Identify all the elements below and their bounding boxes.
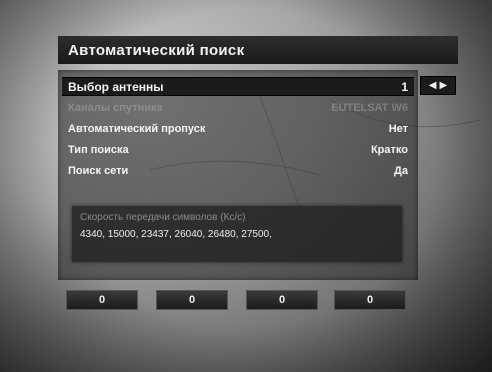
menu-row-value: Кратко: [370, 143, 408, 156]
menu-row-label: Тип поиска: [68, 143, 129, 156]
bottom-button-4[interactable]: 0: [334, 290, 406, 310]
arrow-left-icon: ◀: [428, 80, 437, 91]
symbol-rate-label: Скорость передачи символов (Кс/с): [80, 212, 246, 223]
menu-row-value: 1: [401, 79, 408, 94]
menu-row-label: Каналы спутника: [68, 101, 163, 114]
bottom-button-1[interactable]: 0: [66, 290, 138, 310]
page-title: Автоматический поиск: [58, 36, 458, 64]
menu-row-label: Выбор антенны: [68, 79, 164, 94]
symbol-rate-box: Скорость передачи символов (Кс/с) 4340, …: [72, 206, 402, 262]
bottom-button-2[interactable]: 0: [156, 290, 228, 310]
menu-row-auto-skip[interactable]: Автоматический пропуск Нет: [62, 119, 414, 138]
bottom-button-3[interactable]: 0: [246, 290, 318, 310]
menu-row-value: Нет: [388, 122, 408, 135]
left-right-arrows-icon[interactable]: ◀ ▶: [420, 76, 456, 95]
menu-row-search-type[interactable]: Тип поиска Кратко: [62, 140, 414, 159]
arrow-right-icon: ▶: [439, 80, 448, 91]
menu-row-label: Автоматический пропуск: [68, 122, 206, 135]
symbol-rate-values: 4340, 15000, 23437, 26040, 26480, 27500,: [80, 229, 272, 240]
menu-row-satellite-channels: Каналы спутника EUTELSAT W6: [62, 98, 414, 117]
menu-row-label: Поиск сети: [68, 164, 129, 177]
menu-row-antenna-select[interactable]: Выбор антенны 1: [62, 77, 414, 96]
menu-row-value: EUTELSAT W6: [331, 101, 408, 114]
menu-row-value: Да: [394, 164, 408, 177]
menu-row-network-search[interactable]: Поиск сети Да: [62, 161, 414, 180]
